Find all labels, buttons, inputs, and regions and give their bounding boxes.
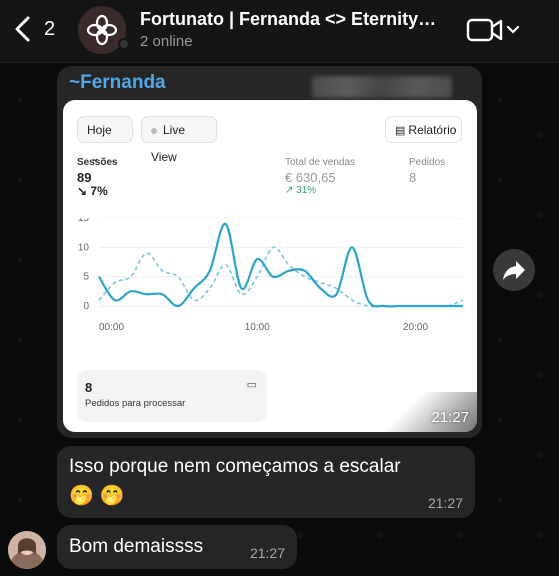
sessions-series-line [98, 222, 463, 308]
forward-button[interactable] [493, 249, 535, 291]
orders-label: Pedidos [409, 157, 446, 168]
video-camera-icon [466, 18, 520, 42]
message-time: 21:27 [427, 495, 463, 511]
y-tick-label: 15 [78, 218, 90, 224]
chat-header: 2 Fortunato | Fernanda <> Eternity… 2 on… [0, 0, 559, 63]
message-emoji: 🤭 🤭 [69, 485, 125, 507]
message-sender[interactable]: ~Fernanda [69, 72, 166, 94]
pending-orders-label: Pedidos para processar [85, 398, 186, 409]
sender-avatar[interactable] [8, 531, 46, 569]
pending-orders-card: 8 Pedidos para processar ▭ [77, 370, 267, 422]
image-message-bubble[interactable]: ~Fernanda Hoje ⌄ Live View ▤ Relatório Se… [57, 66, 482, 438]
text-message-bubble[interactable]: Isso porque nem começamos a escalar 🤭 🤭 … [57, 446, 475, 518]
sales-change: ↗ 31% [285, 185, 317, 196]
avatar-photo [8, 531, 46, 569]
report-label: Relatório [408, 123, 457, 137]
sales-value: € 630,65 [285, 170, 336, 185]
text-message-bubble[interactable]: Bom demaissss 21:27 [57, 525, 297, 569]
x-tick-label: 10:00 [245, 322, 270, 333]
unread-count: 2 [44, 18, 56, 40]
inbox-icon: ▭ [246, 379, 257, 391]
chevron-left-icon [15, 16, 30, 42]
chat-subtitle: 2 online [140, 33, 193, 50]
report-icon: ▤ [395, 125, 406, 137]
orders-value: 8 [409, 170, 417, 185]
date-filter-pill: Hoje ⌄ [77, 116, 133, 164]
y-tick-label: 0 [83, 301, 89, 312]
back-button[interactable]: 2 [10, 14, 60, 44]
message-time: 21:27 [249, 545, 285, 561]
x-tick-label: 20:00 [403, 322, 428, 333]
live-view-pill: Live View [141, 116, 217, 164]
sessions-label: Sessões [77, 157, 118, 168]
forward-icon [503, 261, 525, 280]
sessions-change: ↘ 7% [77, 184, 108, 198]
chat-title[interactable]: Fortunato | Fernanda <> Eternity… [140, 9, 450, 30]
sessions-line-chart: 0 5 10 15 00:00 10:00 20:00 [78, 218, 464, 333]
message-time: 21:27 [431, 409, 469, 426]
report-pill: ▤ Relatório [385, 116, 462, 143]
dashboard-screenshot[interactable]: Hoje ⌄ Live View ▤ Relatório Sessões 89 ↘… [63, 100, 477, 432]
y-tick-label: 5 [83, 272, 89, 283]
blurred-phone-number [312, 76, 452, 98]
date-filter-label: Hoje [87, 123, 112, 137]
sessions-value: 89 [77, 170, 92, 185]
online-dot [118, 38, 130, 50]
y-tick-label: 10 [78, 242, 90, 253]
message-text: Isso porque nem começamos a escalar [69, 456, 401, 477]
pending-orders-value: 8 [85, 380, 93, 395]
x-tick-label: 00:00 [99, 322, 124, 333]
status-dot-icon [151, 127, 157, 134]
video-call-button[interactable] [466, 16, 526, 44]
sales-label: Total de vendas [285, 157, 356, 168]
message-text: Bom demaissss [69, 536, 204, 557]
